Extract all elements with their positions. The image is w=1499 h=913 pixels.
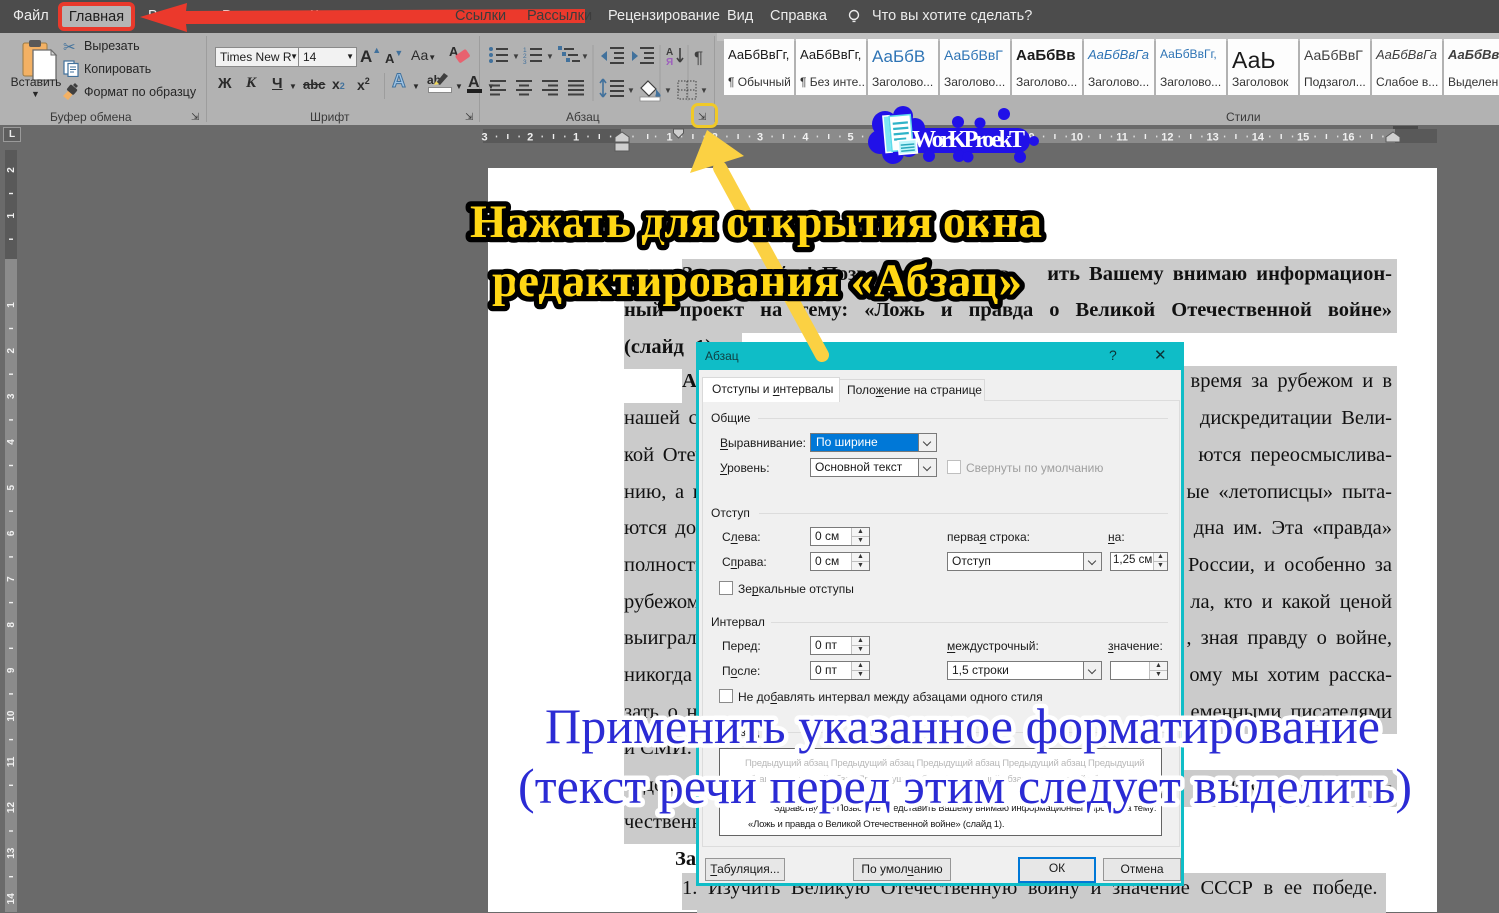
svg-text:5: 5 xyxy=(848,132,854,144)
svg-text:15: 15 xyxy=(1297,132,1309,144)
svg-text:11: 11 xyxy=(1116,132,1128,144)
svg-text:1: 1 xyxy=(6,212,17,218)
svg-text:(текст речи перед этим следует: (текст речи перед этим следует выделить) xyxy=(518,758,1412,814)
svg-text:Применить указанное форматиров: Применить указанное форматирование xyxy=(545,698,1380,754)
svg-text:▼: ▼ xyxy=(700,86,708,95)
svg-text:WorKProekT: WorKProekT xyxy=(912,127,1025,153)
svg-text:3: 3 xyxy=(481,132,487,144)
svg-text:5: 5 xyxy=(6,484,17,490)
svg-text:3: 3 xyxy=(523,59,527,66)
svg-text:4: 4 xyxy=(6,439,17,445)
svg-text:1: 1 xyxy=(667,132,673,144)
svg-text:11: 11 xyxy=(6,756,17,767)
svg-text:2: 2 xyxy=(6,347,17,353)
svg-text:7: 7 xyxy=(6,576,17,582)
svg-text:12: 12 xyxy=(1161,132,1173,144)
svg-text:9: 9 xyxy=(6,667,17,673)
svg-text:10: 10 xyxy=(1071,132,1083,144)
svg-text:14: 14 xyxy=(1252,132,1265,144)
svg-text:¶: ¶ xyxy=(694,48,703,67)
svg-text:12: 12 xyxy=(6,802,17,814)
svg-text:2: 2 xyxy=(527,132,533,144)
svg-text:14: 14 xyxy=(6,893,17,905)
svg-text:редактирования «Абзац»: редактирования «Абзац» xyxy=(492,255,1022,307)
svg-text:13: 13 xyxy=(6,847,17,859)
svg-text:Я: Я xyxy=(666,57,673,68)
svg-text:▼: ▼ xyxy=(627,86,635,95)
svg-text:6: 6 xyxy=(6,530,17,536)
svg-text:▼: ▼ xyxy=(664,86,672,95)
svg-text:3: 3 xyxy=(6,393,17,399)
svg-text:10: 10 xyxy=(6,710,17,722)
svg-text:▼: ▼ xyxy=(581,52,589,61)
svg-text:1: 1 xyxy=(6,302,17,308)
svg-text:2: 2 xyxy=(6,167,17,173)
svg-text:▼: ▼ xyxy=(512,52,520,61)
svg-text:1: 1 xyxy=(573,132,579,144)
svg-text:Нажать для открытия окна: Нажать для открытия окна xyxy=(470,196,1042,248)
svg-text:13: 13 xyxy=(1206,132,1218,144)
svg-text:▼: ▼ xyxy=(546,52,554,61)
svg-text:16: 16 xyxy=(1342,132,1354,144)
svg-text:8: 8 xyxy=(6,622,17,628)
